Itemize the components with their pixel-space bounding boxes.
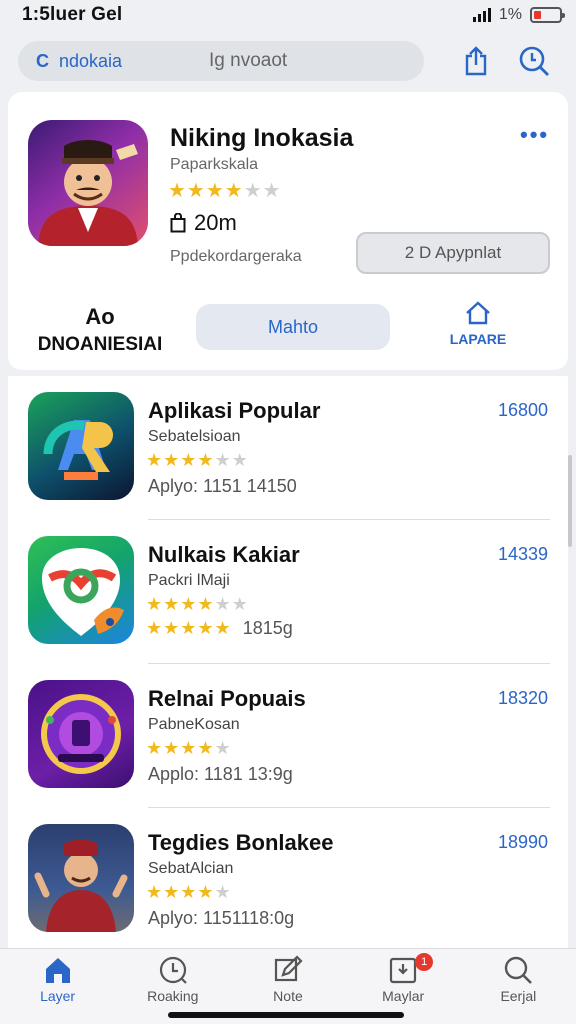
tab-layer[interactable]: Layer	[8, 949, 142, 1024]
tab-search[interactable]: Eerjal	[468, 949, 568, 1024]
tab-label: Note	[273, 988, 303, 1004]
app-meta-row: ★★★★★ 1815g	[146, 618, 293, 639]
app-icon	[28, 392, 134, 500]
region-label-bottom: DNOANIESIAI	[37, 334, 163, 355]
app-name: Aplikasi Popular	[148, 398, 321, 423]
search-placeholder: Ig nvoaot	[209, 50, 288, 71]
app-price[interactable]: 16800	[498, 400, 548, 421]
tab-label: Eerjal	[500, 988, 537, 1004]
report-label: LAPARE	[449, 331, 507, 347]
app-name: Tegdies Bonlakee	[148, 830, 334, 855]
app-icon	[28, 536, 134, 644]
list-item[interactable]: Relnai Popuais PabneKosan ★★★★★ Applo: 1…	[8, 664, 568, 808]
segment-button[interactable]: Mahto	[196, 304, 390, 350]
app-icon	[28, 680, 134, 788]
search-icon	[519, 46, 549, 76]
app-meta: 1815g	[242, 618, 293, 638]
list-item[interactable]: Aplikasi Popular Sebatelsioan ★★★★★★ Apl…	[8, 376, 568, 520]
app-meta: Aplyo: 1151118:0g	[148, 908, 295, 928]
status-icons: 1%	[472, 6, 565, 24]
search-field[interactable]: C ndokaia Ig nvoaot	[18, 41, 424, 81]
app-price[interactable]: 18320	[498, 688, 548, 709]
list-item[interactable]: Nulkais Kakiar Packri lMaji ★★★★★★ ★★★★★…	[8, 520, 568, 664]
home-indicator	[168, 1012, 404, 1018]
app-category: Packri lMaji	[148, 572, 230, 589]
app-name: Nulkais Kakiar	[148, 542, 300, 567]
app-list: Aplikasi Popular Sebatelsioan ★★★★★★ Apl…	[8, 376, 568, 948]
battery-percent: 1%	[498, 6, 522, 23]
search-button[interactable]	[516, 43, 552, 79]
search-row: C ndokaia Ig nvoaot	[18, 40, 558, 82]
get-button[interactable]: 2 D Apypnlat	[356, 232, 550, 274]
featured-app-subtitle: Paparkskala	[170, 156, 259, 173]
tab-label: Roaking	[147, 988, 199, 1004]
region-label: Ao DNOANIESIAI	[30, 304, 170, 356]
app-rating: ★★★★★★	[146, 450, 249, 470]
app-rating: ★★★★★	[146, 882, 232, 902]
featured-app-size-value: 20m	[194, 210, 237, 235]
app-meta: Aplyo: 1151 14150	[148, 476, 297, 496]
status-bar: 1:5luer Gel 1%	[0, 0, 576, 30]
app-category: SebatAlcian	[148, 860, 234, 877]
home-outline-icon	[466, 301, 490, 325]
more-options-button[interactable]: •••	[520, 122, 549, 148]
featured-app-size: 20m	[170, 210, 237, 236]
home-icon	[45, 958, 70, 983]
app-category: PabneKosan	[148, 716, 240, 733]
battery-icon	[530, 7, 565, 23]
app-price[interactable]: 14339	[498, 544, 548, 565]
tab-label: Layer	[40, 988, 76, 1004]
app-meta: Applo: 1181 13:9g	[148, 764, 293, 784]
app-rating: ★★★★★	[146, 738, 232, 758]
featured-app-icon	[28, 120, 148, 246]
featured-app-card[interactable]: Niking Inokasia Paparkskala ★★★★★★ 20m P…	[8, 92, 568, 370]
share-button[interactable]	[458, 43, 494, 79]
updates-icon	[390, 957, 417, 984]
search-value[interactable]: ndokaia	[59, 51, 199, 72]
search-prefix: C	[36, 50, 49, 71]
status-time: 1:5luer Gel	[22, 4, 123, 25]
app-price[interactable]: 18990	[498, 832, 548, 853]
report-button[interactable]: LAPARE	[438, 300, 518, 347]
app-name: Relnai Popuais	[148, 686, 306, 711]
list-item[interactable]: Tegdies Bonlakee SebatAlcian ★★★★★ Aplyo…	[8, 808, 568, 952]
app-icon	[28, 824, 134, 932]
search-icon	[505, 956, 533, 984]
updates-badge: 1	[415, 953, 434, 971]
featured-app-title: Niking Inokasia	[170, 124, 354, 152]
share-icon	[465, 46, 487, 76]
app-meta-stars: ★★★★★	[146, 618, 232, 638]
app-rating: ★★★★★★	[146, 594, 249, 614]
signal-icon	[472, 8, 491, 22]
edit-icon	[274, 955, 303, 982]
featured-app-rating: ★★★★★★	[168, 180, 282, 202]
tab-label: Maylar	[382, 988, 425, 1004]
app-category: Sebatelsioan	[148, 428, 241, 445]
region-label-top: Ao	[85, 304, 115, 329]
scrollbar[interactable]	[568, 455, 572, 547]
bag-icon	[170, 213, 186, 233]
featured-app-developer: Ppdekordargeraka	[170, 248, 302, 265]
ranking-icon	[159, 956, 187, 984]
